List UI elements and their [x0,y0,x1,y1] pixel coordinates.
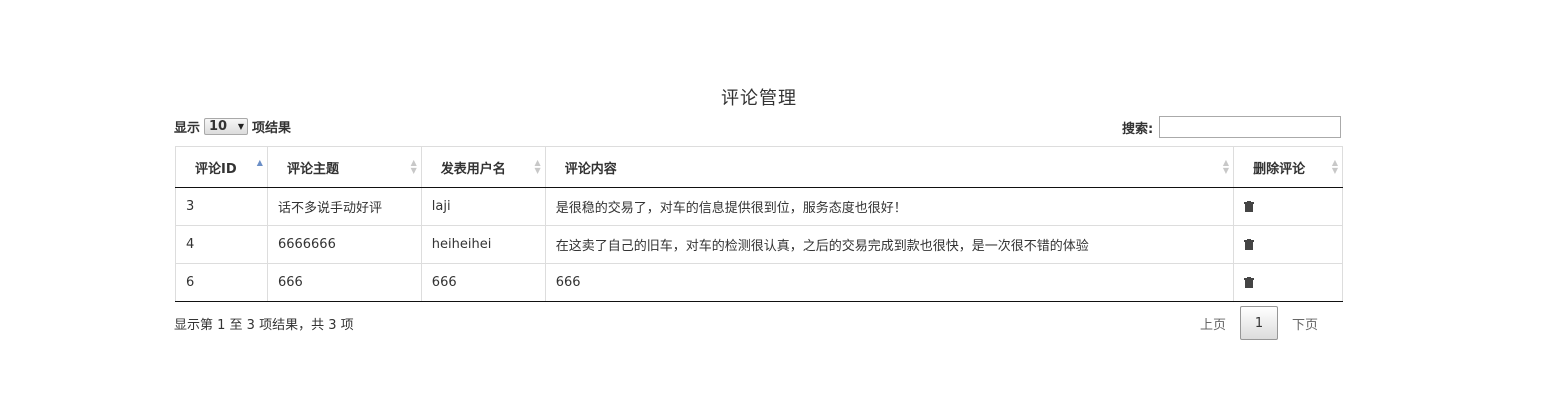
sort-both-icon: ▲ ▼ [1331,158,1338,175]
length-suffix-label: 项结果 [252,121,292,136]
column-header-label: 评论主题 [286,161,339,177]
pagination: 上页 1 下页 [1186,306,1332,340]
sort-both-icon: ▲ ▼ [1222,158,1230,175]
cell-content: 是很稳的交易了，对车的信息提供很到位，服务态度也很好！ [544,187,1235,226]
trash-icon[interactable] [1244,201,1255,212]
column-header-label: 删除评论 [1253,161,1306,177]
cell-user: heiheihei [420,225,546,264]
trash-icon[interactable] [1244,277,1255,288]
search-input[interactable] [1159,116,1342,138]
column-header-label: 评论内容 [564,161,617,177]
cell-content: 在这卖了自己的旧车，对车的检测很认真，之后的交易完成到款也很快，是一次很不错的体… [544,225,1235,264]
table-header-row: 评论ID ▲▼ 评论主题 ▲▼ 发表用户名 ▲▼ 评论内容 ▲▼ 删除评论 ▲▼ [175,146,1343,188]
column-header-delete[interactable]: 删除评论 ▲ ▼ [1233,146,1343,188]
cell-id: 6 [175,263,268,302]
cell-delete [1233,225,1343,264]
search-label: 搜索: [1122,121,1154,137]
search-control: 搜索: [1122,116,1342,138]
page-length-select[interactable]: 10 ▼ [204,118,249,135]
chevron-down-icon: ▼ [237,122,245,131]
table-row: 4 6666666 heiheihei 在这卖了自己的旧车，对车的检测很认真，之… [175,225,1343,264]
page-1-button[interactable]: 1 [1240,306,1279,340]
table-row: 6 666 666 666 [175,263,1343,302]
page-length-control: 显示 10 ▼ 项结果 [174,117,291,136]
page-title: 评论管理 [721,88,797,109]
next-page-button[interactable]: 下页 [1278,314,1332,333]
table-info: 显示第 1 至 3 项结果，共 3 项 [174,318,354,333]
sort-ascending-icon: ▲▼ [256,158,263,167]
trash-icon[interactable] [1244,239,1255,250]
cell-delete [1233,187,1343,226]
column-header-user[interactable]: 发表用户名 ▲ ▼ [420,146,546,188]
cell-id: 4 [175,225,268,264]
sort-both-icon: ▲ ▼ [534,158,541,175]
column-header-subject[interactable]: 评论主题 ▲ ▼ [266,146,422,188]
cell-content: 666 [544,263,1235,302]
length-prefix-label: 显示 [174,121,201,136]
column-header-label: 评论ID [195,161,237,177]
page-length-value: 10 [209,119,228,134]
table-row: 3 话不多说手动好评 laji 是很稳的交易了，对车的信息提供很到位，服务态度也… [175,187,1343,226]
cell-delete [1233,263,1343,302]
column-header-label: 发表用户名 [440,161,506,177]
cell-user: 666 [420,263,546,302]
cell-subject: 6666666 [266,225,422,264]
prev-page-button[interactable]: 上页 [1186,314,1240,333]
cell-id: 3 [175,187,268,226]
cell-subject: 话不多说手动好评 [266,187,422,226]
cell-user: laji [420,187,546,226]
comments-table: 评论ID ▲▼ 评论主题 ▲▼ 发表用户名 ▲▼ 评论内容 ▲▼ 删除评论 ▲▼… [175,146,1343,302]
column-header-content[interactable]: 评论内容 ▲ ▼ [544,146,1235,188]
cell-subject: 666 [266,263,422,302]
sort-both-icon: ▲ ▼ [410,158,417,175]
column-header-id[interactable]: 评论ID ▲▼ [175,146,268,188]
